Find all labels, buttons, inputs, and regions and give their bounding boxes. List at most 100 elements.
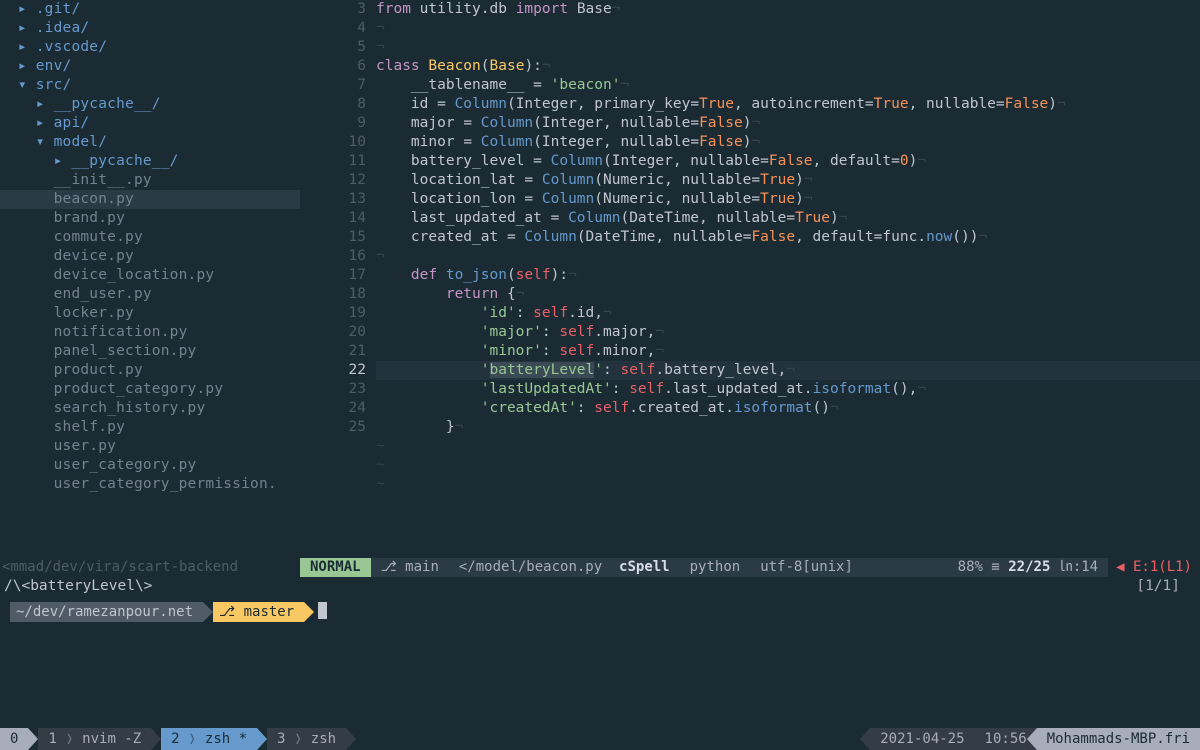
- line-number: 10: [300, 133, 366, 152]
- line-number: 9: [300, 114, 366, 133]
- tmux-session[interactable]: 0: [0, 728, 28, 750]
- code-line[interactable]: __tablename__ = 'beacon'¬: [376, 76, 1200, 95]
- code-line[interactable]: 'createdAt': self.created_at.isoformat()…: [376, 399, 1200, 418]
- tree-item[interactable]: shelf.py: [0, 418, 300, 437]
- tree-item[interactable]: user_category_permission.: [0, 475, 300, 494]
- percent: 88% ≡ 22/25 ㏑:14: [948, 558, 1108, 576]
- file-path: </model/beacon.py cSpell: [449, 558, 680, 576]
- line-number: 8: [300, 95, 366, 114]
- tree-item[interactable]: ▸ __pycache__/: [0, 95, 300, 114]
- tree-item[interactable]: panel_section.py: [0, 342, 300, 361]
- tree-path: <mmad/dev/vira/scart-backend: [0, 558, 300, 576]
- prompt-git: ⎇ master: [213, 602, 304, 622]
- code-line[interactable]: 'batteryLevel': self.battery_level,¬: [376, 361, 1200, 380]
- code-line[interactable]: last_updated_at = Column(DateTime, nulla…: [376, 209, 1200, 228]
- tmux-window[interactable]: 3 ❭ zsh: [267, 728, 346, 750]
- code-editor[interactable]: 345678910111213141516171819202122232425 …: [300, 0, 1200, 558]
- tmux-date: 2021-04-25: [870, 728, 974, 750]
- tree-item[interactable]: user.py: [0, 437, 300, 456]
- tree-item[interactable]: ▾ src/: [0, 76, 300, 95]
- line-number: 17: [300, 266, 366, 285]
- shell-cursor: [318, 602, 327, 619]
- search-count: [1/1]: [1136, 577, 1200, 596]
- line-number: 23: [300, 380, 366, 399]
- search-pattern: /\<batteryLevel\>: [4, 577, 152, 596]
- code-line[interactable]: from utility.db import Base¬: [376, 0, 1200, 19]
- tree-item[interactable]: brand.py: [0, 209, 300, 228]
- tree-item[interactable]: ▸ .idea/: [0, 19, 300, 38]
- line-number: 5: [300, 38, 366, 57]
- tree-item[interactable]: beacon.py: [0, 190, 300, 209]
- line-number: 6: [300, 57, 366, 76]
- code-line[interactable]: battery_level = Column(Integer, nullable…: [376, 152, 1200, 171]
- tree-item[interactable]: end_user.py: [0, 285, 300, 304]
- code-line[interactable]: 'minor': self.minor,¬: [376, 342, 1200, 361]
- git-branch: ⎇ main: [371, 558, 449, 576]
- shell-prompt[interactable]: ~/dev/ramezanpour.net ⎇ master: [0, 596, 1200, 628]
- line-number: 11: [300, 152, 366, 171]
- code-line[interactable]: }¬: [376, 418, 1200, 437]
- tree-item[interactable]: device_location.py: [0, 266, 300, 285]
- code-line[interactable]: 'id': self.id,¬: [376, 304, 1200, 323]
- code-line[interactable]: return {¬: [376, 285, 1200, 304]
- line-number: 4: [300, 19, 366, 38]
- line-number: 3: [300, 0, 366, 19]
- tree-item[interactable]: __init__.py: [0, 171, 300, 190]
- statusline: <mmad/dev/vira/scart-backend NORMAL ⎇ ma…: [0, 558, 1200, 577]
- tree-item[interactable]: ▸ api/: [0, 114, 300, 133]
- code-line[interactable]: major = Column(Integer, nullable=False)¬: [376, 114, 1200, 133]
- tmux-window[interactable]: 2 ❭ zsh *: [161, 728, 257, 750]
- code-line[interactable]: created_at = Column(DateTime, nullable=F…: [376, 228, 1200, 247]
- filetype: python: [680, 558, 751, 576]
- error-count: ◀ E:1(L1): [1108, 558, 1200, 576]
- terminal-space[interactable]: [0, 628, 1200, 728]
- line-number: 14: [300, 209, 366, 228]
- prompt-cwd: ~/dev/ramezanpour.net: [10, 602, 203, 622]
- code-line[interactable]: ¬: [376, 38, 1200, 57]
- code-line[interactable]: 'major': self.major,¬: [376, 323, 1200, 342]
- source-pane[interactable]: from utility.db import Base¬¬¬class Beac…: [376, 0, 1200, 558]
- vim-mode: NORMAL: [300, 558, 371, 576]
- code-line[interactable]: minor = Column(Integer, nullable=False)¬: [376, 133, 1200, 152]
- line-number: 20: [300, 323, 366, 342]
- line-number: 16: [300, 247, 366, 266]
- code-line[interactable]: id = Column(Integer, primary_key=True, a…: [376, 95, 1200, 114]
- tree-item[interactable]: search_history.py: [0, 399, 300, 418]
- tree-item[interactable]: user_category.py: [0, 456, 300, 475]
- line-number: 13: [300, 190, 366, 209]
- tree-item[interactable]: commute.py: [0, 228, 300, 247]
- tree-item[interactable]: device.py: [0, 247, 300, 266]
- tree-item[interactable]: product_category.py: [0, 380, 300, 399]
- line-gutter: 345678910111213141516171819202122232425: [300, 0, 376, 558]
- tree-item[interactable]: locker.py: [0, 304, 300, 323]
- line-number: 21: [300, 342, 366, 361]
- line-number: 25: [300, 418, 366, 437]
- code-line[interactable]: location_lon = Column(Numeric, nullable=…: [376, 190, 1200, 209]
- tree-item[interactable]: ▸ env/: [0, 57, 300, 76]
- file-tree[interactable]: ▸ .git/ ▸ .idea/ ▸ .vscode/ ▸ env/ ▾ src…: [0, 0, 300, 558]
- line-number: 12: [300, 171, 366, 190]
- commandline[interactable]: /\<batteryLevel\> [1/1]: [0, 577, 1200, 596]
- code-line[interactable]: 'lastUpdatedAt': self.last_updated_at.is…: [376, 380, 1200, 399]
- tree-item[interactable]: ▸ .git/: [0, 0, 300, 19]
- tmux-bar[interactable]: 0 1 ❭ nvim -Z 2 ❭ zsh * 3 ❭ zsh 2021-04-25…: [0, 728, 1200, 750]
- tree-item[interactable]: ▾ model/: [0, 133, 300, 152]
- line-number: 24: [300, 399, 366, 418]
- tree-item[interactable]: product.py: [0, 361, 300, 380]
- line-number: 19: [300, 304, 366, 323]
- code-line[interactable]: ¬: [376, 247, 1200, 266]
- encoding: utf-8[unix]: [750, 558, 863, 576]
- line-number: 15: [300, 228, 366, 247]
- code-line[interactable]: def to_json(self):¬: [376, 266, 1200, 285]
- tree-item[interactable]: ▸ __pycache__/: [0, 152, 300, 171]
- tmux-host: Mohammads-MBP.fri: [1037, 728, 1200, 750]
- tree-item[interactable]: ▸ .vscode/: [0, 38, 300, 57]
- code-line[interactable]: location_lat = Column(Numeric, nullable=…: [376, 171, 1200, 190]
- code-line[interactable]: class Beacon(Base):¬: [376, 57, 1200, 76]
- line-number: 7: [300, 76, 366, 95]
- line-number: 22: [300, 361, 366, 380]
- code-line[interactable]: ¬: [376, 19, 1200, 38]
- tree-item[interactable]: notification.py: [0, 323, 300, 342]
- tmux-window[interactable]: 1 ❭ nvim -Z: [38, 728, 151, 750]
- line-number: 18: [300, 285, 366, 304]
